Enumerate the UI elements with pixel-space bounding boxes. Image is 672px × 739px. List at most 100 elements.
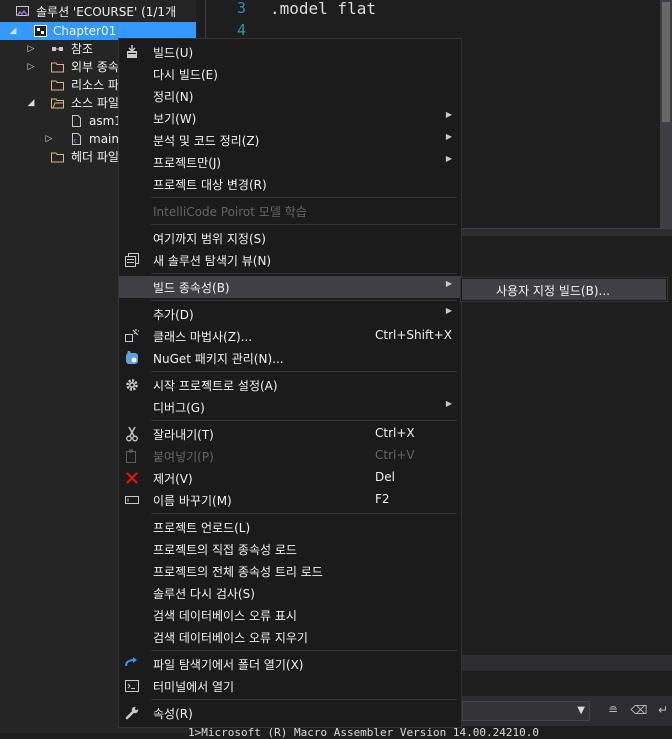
editor-scrollbar[interactable]	[660, 0, 672, 228]
build-dependencies-submenu: 사용자 지정 빌드(B)...	[460, 277, 668, 302]
menu-item-project-only[interactable]: 프로젝트만(J) ▶	[119, 151, 461, 173]
menu-separator	[151, 300, 457, 301]
folder-icon	[51, 62, 64, 73]
menu-item-debug[interactable]: 디버그(G) ▶	[119, 396, 461, 418]
menu-item-set-startup[interactable]: 시작 프로젝트로 설정(A)	[119, 374, 461, 396]
menu-item-build[interactable]: 빌드(U)	[119, 41, 461, 63]
find-message-icon[interactable]: ≘	[604, 701, 622, 719]
submenu-arrow-icon: ▶	[445, 110, 452, 119]
project-label: Chapter01	[53, 24, 117, 38]
menu-item-label: 붙여넣기(P)	[153, 450, 214, 464]
tree-item-label: 리소스 파	[71, 78, 119, 92]
menu-item-load-dep-tree[interactable]: 프로젝트의 전체 종속성 트리 로드	[119, 560, 461, 582]
clear-all-icon[interactable]: ⌫	[630, 701, 648, 719]
menu-item-label: 시작 프로젝트로 설정(A)	[153, 379, 278, 393]
folder-open-icon	[51, 98, 64, 109]
collapse-arrow-icon[interactable]: ◢	[26, 94, 36, 112]
menu-item-open-in-explorer[interactable]: 파일 탐색기에서 폴더 열기(X)	[119, 653, 461, 675]
menu-item-add[interactable]: 추가(D) ▶	[119, 303, 461, 325]
menu-item-label: 추가(D)	[153, 308, 194, 322]
menu-item-label: 속성(R)	[153, 707, 193, 721]
cpp-file-icon: c	[72, 133, 81, 145]
menu-item-label: 잘라내기(T)	[153, 428, 214, 442]
tree-solution-row[interactable]: 솔루션 'ECOURSE' (1/1개	[0, 3, 196, 21]
submenu-arrow-icon: ▶	[445, 132, 452, 141]
menu-item-label: IntelliCode Poirot 모델 학습	[153, 205, 307, 219]
submenu-arrow-icon: ▶	[445, 154, 452, 163]
terminal-icon	[125, 680, 139, 692]
open-folder-icon	[125, 657, 137, 667]
menu-item-retarget[interactable]: 프로젝트 대상 변경(R)	[119, 173, 461, 195]
tree-item-label: 참조	[71, 42, 94, 56]
output-source-dropdown[interactable]: ▼	[462, 701, 590, 721]
menu-item-label: 프로젝트 언로드(L)	[153, 521, 251, 535]
menu-item-label: 이름 바꾸기(M)	[153, 494, 232, 508]
submenu-arrow-icon: ▶	[445, 279, 452, 288]
menu-item-shortcut: Ctrl+V	[375, 448, 415, 462]
menu-item-remove[interactable]: 제거(V) Del	[119, 467, 461, 489]
menu-item-open-in-terminal[interactable]: 터미널에서 열기	[119, 675, 461, 697]
chevron-down-icon: ▼	[577, 705, 585, 716]
new-view-icon	[125, 253, 139, 267]
remove-icon	[126, 472, 138, 484]
menu-separator	[151, 699, 457, 700]
menu-item-rename[interactable]: 이름 바꾸기(M) F2	[119, 489, 461, 511]
menu-item-rebuild[interactable]: 다시 빌드(E)	[119, 63, 461, 85]
collapse-arrow-icon[interactable]: ◢	[8, 22, 18, 40]
menu-item-label: 프로젝트 대상 변경(R)	[153, 178, 267, 192]
project-icon	[34, 25, 47, 37]
menu-item-paste: 붙여넣기(P) Ctrl+V	[119, 445, 461, 467]
menu-separator	[151, 197, 457, 198]
menu-separator	[151, 420, 457, 421]
submenu-arrow-icon: ▶	[445, 399, 452, 408]
menu-item-label: 디버그(G)	[153, 401, 205, 415]
code-line[interactable]: .model flat	[270, 0, 376, 18]
paste-icon	[126, 449, 136, 463]
menu-item-show-db-errors[interactable]: 검색 데이터베이스 오류 표시	[119, 604, 461, 626]
menu-item-clean[interactable]: 정리(N)	[119, 85, 461, 107]
menu-item-label: NuGet 패키지 관리(N)...	[153, 352, 284, 366]
context-menu: 빌드(U) 다시 빌드(E) 정리(N) 보기(W) ▶ 분석 및 코드 정리(…	[118, 38, 462, 728]
menu-item-new-explorer-view[interactable]: 새 솔루션 탐색기 뷰(N)	[119, 249, 461, 271]
submenu-arrow-icon: ▶	[445, 306, 452, 315]
menu-item-label: 여기까지 범위 지정(S)	[153, 232, 266, 246]
menu-item-unload-project[interactable]: 프로젝트 언로드(L)	[119, 516, 461, 538]
scrollbar-thumb[interactable]	[662, 2, 670, 122]
menu-item-rescan-solution[interactable]: 솔루션 다시 검사(S)	[119, 582, 461, 604]
menu-item-label: 검색 데이터베이스 오류 표시	[153, 609, 297, 623]
menu-item-label: 빌드(U)	[153, 46, 194, 60]
expand-arrow-icon[interactable]: ▷	[44, 130, 54, 148]
menu-item-view[interactable]: 보기(W) ▶	[119, 107, 461, 129]
menu-item-build-dependencies[interactable]: 빌드 종속성(B) ▶	[119, 276, 461, 298]
expand-arrow-icon[interactable]: ▷	[26, 58, 36, 76]
menu-separator	[151, 224, 457, 225]
menu-item-properties[interactable]: 속성(R)	[119, 702, 461, 724]
solution-icon	[16, 6, 29, 17]
menu-item-shortcut: Del	[375, 470, 395, 484]
menu-separator	[151, 513, 457, 514]
menu-item-label: 프로젝트의 직접 종속성 로드	[153, 543, 297, 557]
menu-item-load-direct-deps[interactable]: 프로젝트의 직접 종속성 로드	[119, 538, 461, 560]
menu-item-custom-build[interactable]: 사용자 지정 빌드(B)...	[462, 279, 666, 300]
menu-item-nuget[interactable]: NuGet 패키지 관리(N)...	[119, 347, 461, 369]
menu-item-label: 솔루션 다시 검사(S)	[153, 587, 255, 601]
rename-icon	[125, 496, 139, 504]
menu-separator	[151, 650, 457, 651]
nuget-icon	[126, 350, 138, 364]
menu-item-scope-to-this[interactable]: 여기까지 범위 지정(S)	[119, 227, 461, 249]
expand-arrow-icon[interactable]: ▷	[26, 40, 36, 58]
word-wrap-icon[interactable]: ↵	[654, 701, 672, 719]
menu-item-label: 분석 및 코드 정리(Z)	[153, 134, 260, 148]
menu-item-label: 제거(V)	[153, 472, 193, 486]
menu-item-label: 프로젝트의 전체 종속성 트리 로드	[153, 565, 323, 579]
menu-item-analyze[interactable]: 분석 및 코드 정리(Z) ▶	[119, 129, 461, 151]
menu-item-label: 보기(W)	[153, 112, 197, 126]
build-icon	[127, 45, 137, 58]
menu-item-label: 검색 데이터베이스 오류 지우기	[153, 631, 308, 645]
menu-item-cut[interactable]: 잘라내기(T) Ctrl+X	[119, 423, 461, 445]
menu-item-clear-db-errors[interactable]: 검색 데이터베이스 오류 지우기	[119, 626, 461, 648]
folder-icon	[51, 152, 64, 163]
menu-item-label: 새 솔루션 탐색기 뷰(N)	[153, 254, 272, 268]
menu-item-class-wizard[interactable]: 클래스 마법사(Z)... Ctrl+Shift+X	[119, 325, 461, 347]
line-number: 4	[236, 21, 246, 39]
